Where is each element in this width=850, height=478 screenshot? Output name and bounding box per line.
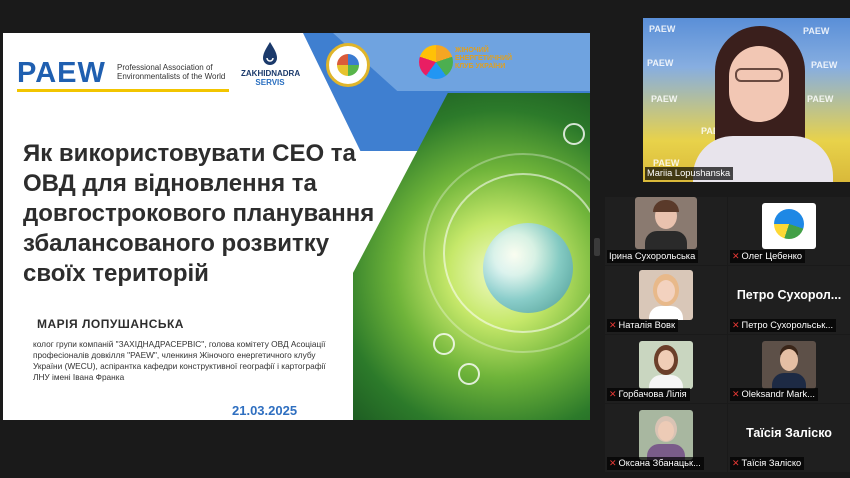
speaker-name: Mariia Lopushanska [647, 168, 731, 178]
participant-name-tag: Ірина Сухорольська [607, 250, 699, 263]
participant-video [762, 341, 816, 389]
participant-name: Наталія Вовк [618, 320, 676, 330]
paew-watermark: PAEW [807, 94, 834, 104]
participant-video [635, 197, 697, 249]
participant-tile[interactable]: Ірина Сухорольська [605, 197, 727, 265]
water-drop-icon [433, 333, 455, 355]
microphone-off-icon: ✕ [732, 389, 740, 399]
participant-video [762, 203, 816, 249]
paew-logo-subtitle: Professional Association of Environmenta… [117, 63, 226, 81]
participant-name-tag: ✕ Наталія Вовк [607, 319, 679, 332]
zakhidnadra-logo-line2: SERVIS [255, 78, 285, 87]
paew-watermark: PAEW [811, 60, 838, 70]
zakhidnadra-logo: ZAKHIDNADRA SERVIS [241, 69, 301, 87]
participant-name-tag: ✕ Горбачова Лілія [607, 388, 690, 401]
participant-torso [772, 373, 806, 389]
participant-head [658, 350, 674, 370]
speaker-face [729, 46, 789, 122]
eus-logo-icon [774, 209, 804, 239]
participant-hair [653, 200, 679, 212]
participant-name-tag: ✕ Oleksandr Mark... [730, 388, 818, 401]
participant-torso [645, 231, 687, 249]
paew-logo: PAEW [17, 57, 106, 89]
participant-tile[interactable]: Петро Сухорол... ✕ Петро Сухорольськ... [728, 266, 850, 334]
microphone-off-icon: ✕ [732, 320, 740, 330]
leaf-icon [458, 363, 480, 385]
participant-tile[interactable]: ✕ Олег Цебенко [728, 197, 850, 265]
participant-video [639, 270, 693, 320]
participant-name-tag: ✕ Олег Цебенко [730, 250, 806, 263]
microphone-off-icon: ✕ [732, 458, 740, 468]
slide-date: 21.03.2025 [232, 403, 298, 418]
microphone-off-icon: ✕ [609, 320, 617, 330]
slide-author-bio: колог групи компаній "ЗАХІДНАДРАСЕРВІС",… [33, 339, 326, 382]
paew-watermark: PAEW [651, 94, 678, 104]
participant-name: Оксана Збанацьк... [618, 458, 701, 468]
participant-torso [649, 306, 683, 320]
participant-name: Олег Цебенко [741, 251, 803, 261]
speaker-name-tag: Mariia Lopushanska [645, 167, 734, 180]
participant-head [780, 349, 798, 371]
participant-torso [649, 375, 683, 389]
university-seal-logo [326, 43, 370, 87]
participant-display-name: Петро Сухорол... [736, 288, 842, 302]
recycle-icon [563, 123, 585, 145]
slide-author: МАРІЯ ЛОПУШАНСЬКА [37, 317, 184, 331]
participant-tile[interactable]: ✕ Oleksandr Mark... [728, 335, 850, 403]
speaker-glasses [735, 68, 783, 82]
participant-tile[interactable]: Таїсія Заліско ✕ Таїсія Заліско [728, 404, 850, 472]
participant-name: Таїсія Заліско [741, 458, 802, 468]
participant-head [658, 421, 674, 441]
globe-image [483, 223, 573, 313]
wecu-logo [419, 45, 453, 79]
participant-video [639, 341, 693, 389]
zakhidnadra-drop-icon [263, 42, 277, 65]
participant-name: Oleksandr Mark... [741, 389, 815, 399]
participant-name: Ірина Сухорольська [609, 251, 696, 261]
meeting-window: PAEW Professional Association of Environ… [0, 0, 850, 478]
participant-video [639, 410, 693, 460]
panel-resize-handle[interactable] [594, 238, 600, 256]
speaker-video-tile[interactable]: PAEW PAEW PAEW PAEW PAEW PAEW PAEW PAEW … [643, 18, 850, 182]
participant-name: Петро Сухорольськ... [741, 320, 834, 330]
participant-name-tag: ✕ Таїсія Заліско [730, 457, 805, 470]
microphone-off-icon: ✕ [609, 458, 617, 468]
shared-slide: PAEW Professional Association of Environ… [3, 33, 590, 420]
participant-tile[interactable]: ✕ Наталія Вовк [605, 266, 727, 334]
participant-name-tag: ✕ Петро Сухорольськ... [730, 319, 837, 332]
zakhidnadra-logo-line1: ZAKHIDNADRA [241, 69, 301, 78]
participant-name: Горбачова Лілія [618, 389, 687, 399]
paew-watermark: PAEW [649, 24, 676, 34]
participant-head [657, 280, 675, 302]
participant-tile[interactable]: ✕ Оксана Збанацьк... [605, 404, 727, 472]
participant-display-name: Таїсія Заліско [746, 426, 832, 440]
microphone-off-icon: ✕ [609, 389, 617, 399]
participant-name-tag: ✕ Оксана Збанацьк... [607, 457, 704, 470]
paew-watermark: PAEW [647, 58, 674, 68]
paew-watermark: PAEW [803, 26, 830, 36]
wecu-logo-text: ЖІНОЧИЙ ЕНЕРГЕТИЧНИЙ КЛУБ УКРАЇНИ [455, 47, 513, 70]
microphone-off-icon: ✕ [732, 251, 740, 261]
paew-logo-underline [17, 89, 229, 92]
participant-tile[interactable]: ✕ Горбачова Лілія [605, 335, 727, 403]
slide-title: Як використовувати СЕО та ОВД для віднов… [23, 140, 375, 287]
